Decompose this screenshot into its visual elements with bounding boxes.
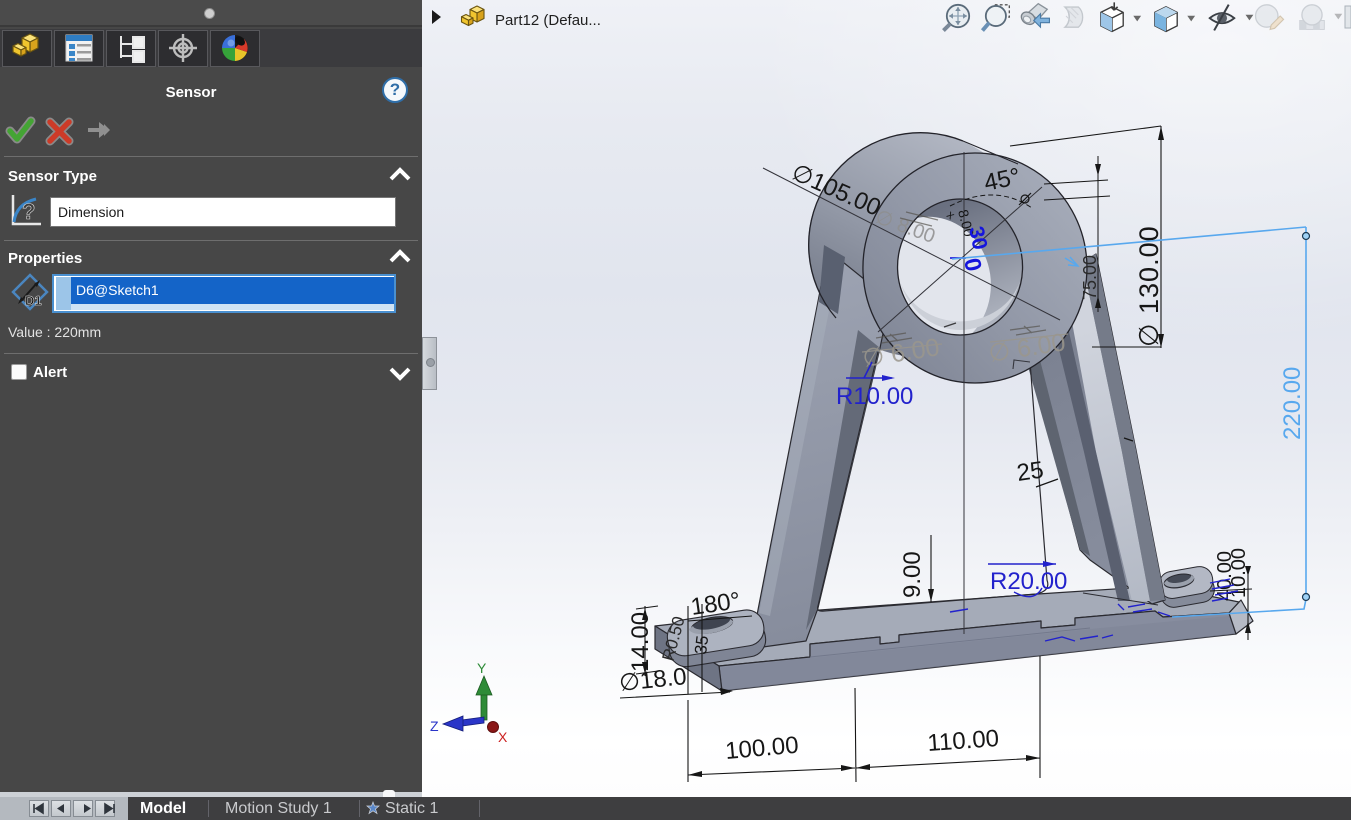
svg-text:25: 25 [1015, 456, 1045, 486]
svg-text:Z: Z [430, 718, 439, 734]
svg-text:D1: D1 [25, 293, 42, 308]
svg-text:∅ 130.00: ∅ 130.00 [1134, 225, 1164, 347]
svg-text:Y: Y [477, 660, 487, 676]
svg-text:30: 30 [964, 224, 991, 252]
svg-text:X: X [498, 729, 508, 745]
svg-text:110.00: 110.00 [927, 725, 1000, 757]
svg-text:100.00: 100.00 [724, 732, 799, 765]
svg-text:∅18.0: ∅18.0 [618, 663, 688, 697]
svg-text:?: ? [22, 199, 35, 224]
svg-text:R10.00: R10.00 [836, 383, 913, 410]
svg-text:9.00: 9.00 [899, 551, 926, 598]
svg-text:75.00: 75.00 [1080, 255, 1100, 300]
svg-text:220.00: 220.00 [1279, 367, 1306, 440]
svg-text:14.00: 14.00 [627, 612, 654, 672]
svg-text:R20.00: R20.00 [990, 568, 1067, 595]
svg-text:Part12 (Defau...: Part12 (Defau... [495, 12, 601, 29]
